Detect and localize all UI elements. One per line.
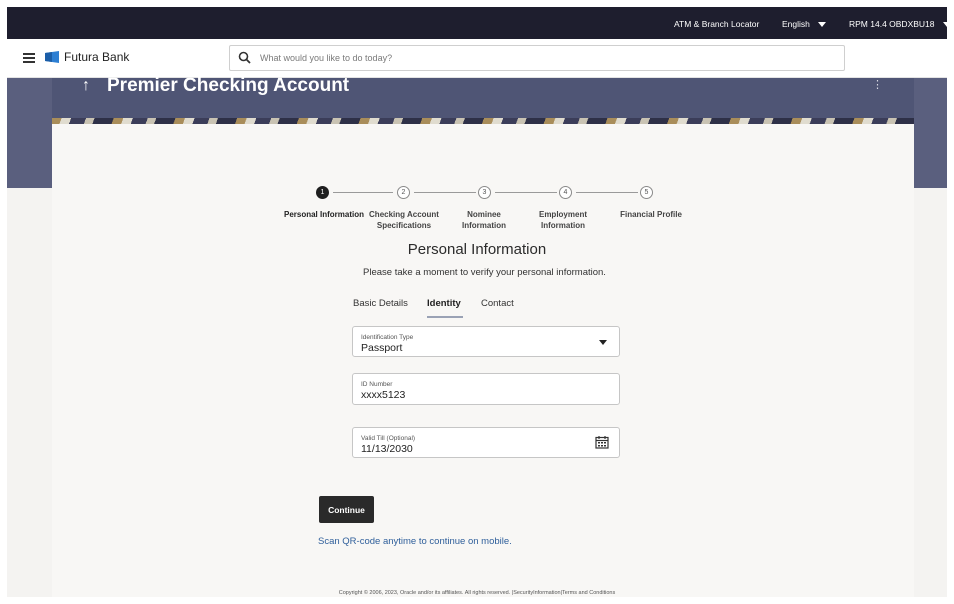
step-3-circle: 3 [478,186,491,199]
step-1-label: Personal Information [283,210,364,219]
id-number-label: ID Number [361,381,393,388]
step-5-label: Financial Profile [620,210,682,219]
kebab-icon[interactable]: ⋮ [872,78,883,91]
copyright-text: Copyright © 2006, 2023, Oracle and/or it… [338,590,511,596]
search-box[interactable] [229,45,845,71]
search-icon [238,51,251,64]
scan-qr-link[interactable]: Scan QR-code anytime to continue on mobi… [318,536,512,547]
active-tab-indicator [427,316,463,318]
tab-basic-details[interactable]: Basic Details [353,298,408,309]
step-1-circle: 1 [316,186,329,199]
app-header: Futura Bank [7,39,947,78]
language-label: English [782,19,810,29]
chevron-down-icon [942,22,947,28]
section-subtitle: Please take a moment to verify your pers… [363,267,606,278]
language-selector[interactable]: English [782,19,826,29]
security-information-link[interactable]: SecurityInformation [513,590,560,596]
step-connector [495,192,557,193]
id-number-field[interactable]: ID Number xxxx5123 [352,373,620,405]
bank-logo-icon [45,51,59,63]
identification-type-value: Passport [361,342,403,354]
top-bar: ATM & Branch Locator English RPM 14.4 OB… [7,7,947,39]
search-input[interactable] [258,49,822,67]
step-connector [414,192,476,193]
valid-till-field[interactable]: Valid Till (Optional) 11/13/2030 [352,427,620,458]
id-number-value: xxxx5123 [361,389,406,401]
identification-type-select[interactable]: Identification Type Passport [352,326,620,357]
step-2-circle: 2 [397,186,410,199]
chevron-down-icon [599,340,607,345]
tab-identity[interactable]: Identity [427,298,461,309]
step-connector [333,192,393,193]
step-connector [576,192,638,193]
footer: Copyright © 2006, 2023, Oracle and/or it… [0,590,954,596]
user-menu[interactable]: RPM 14.4 OBDXBU18 [849,19,947,29]
back-arrow-icon[interactable]: ↑ [82,77,90,95]
section-title: Personal Information [407,241,547,258]
terms-conditions-link[interactable]: Terms and Conditions [562,590,615,596]
user-name: RPM 14.4 OBDXBU18 [849,19,935,29]
step-4-label: Employment Information [538,210,587,230]
identification-type-label: Identification Type [361,334,414,341]
chevron-down-icon [817,22,826,28]
atm-branch-locator-link[interactable]: ATM & Branch Locator [674,19,759,29]
continue-button[interactable]: Continue [319,496,374,523]
valid-till-label: Valid Till (Optional) [361,435,416,442]
menu-icon[interactable] [23,53,35,63]
bank-name[interactable]: Futura Bank [64,50,129,64]
tab-contact[interactable]: Contact [481,298,514,309]
step-2-label: Checking Account Specifications [369,210,439,230]
valid-till-value: 11/13/2030 [361,443,413,455]
calendar-icon[interactable] [595,435,609,449]
step-5-circle: 5 [640,186,653,199]
page-title: Premier Checking Account [107,75,350,96]
step-4-circle: 4 [559,186,572,199]
step-3-label: Nominee Information [462,210,506,230]
